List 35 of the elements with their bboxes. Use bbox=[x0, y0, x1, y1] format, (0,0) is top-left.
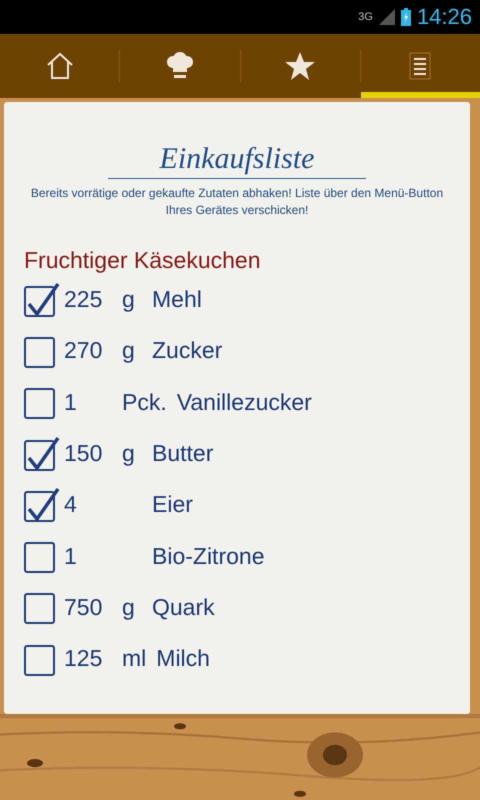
clock: 14:26 bbox=[416, 4, 472, 30]
ingredient-text: Butter bbox=[152, 440, 214, 468]
home-icon bbox=[44, 51, 75, 81]
amount-text: 750 bbox=[64, 594, 104, 621]
ingredient-text: Bio-Zitrone bbox=[152, 542, 264, 570]
ingredient-text: Eier bbox=[152, 491, 193, 518]
ingredient-text: Mehl bbox=[152, 286, 202, 314]
signal-icon bbox=[378, 9, 395, 25]
amount-text: 4 bbox=[64, 491, 78, 518]
star-icon bbox=[284, 51, 316, 81]
hint-text: Bereits vorrätige oder gekaufte Zutaten abhaken! Liste über den Menü-Button Ihres Gerätes verschicken! bbox=[30, 185, 444, 219]
ingredient-text: Quark bbox=[152, 594, 215, 621]
unit-text: g bbox=[122, 337, 136, 364]
ingredient-text: Vanillezucker bbox=[176, 388, 312, 416]
checkbox[interactable] bbox=[24, 436, 60, 472]
network-label: 3G bbox=[358, 11, 373, 23]
battery-icon bbox=[400, 8, 411, 26]
unit-text: g bbox=[122, 594, 136, 621]
ingredient-text: Zucker bbox=[152, 337, 222, 364]
checkbox[interactable] bbox=[24, 282, 60, 318]
ingredient-text: Milch bbox=[156, 645, 210, 672]
amount-text: 150 bbox=[64, 440, 104, 468]
unit-text: g bbox=[122, 440, 136, 468]
amount-text: 125 bbox=[64, 645, 104, 672]
amount-text: 1 bbox=[64, 388, 78, 416]
amount-text: 225 bbox=[64, 286, 104, 314]
recipe-title: Fruchtiger Käsekuchen bbox=[24, 247, 262, 274]
list-icon bbox=[409, 52, 432, 80]
checkbox[interactable] bbox=[24, 486, 60, 523]
amount-text: 1 bbox=[64, 542, 78, 570]
unit-text: g bbox=[122, 286, 136, 314]
page-title: Einkaufsliste bbox=[160, 142, 314, 176]
amount-text: 270 bbox=[64, 337, 104, 364]
unit-text: ml bbox=[122, 645, 146, 672]
unit-text: Pck. bbox=[122, 388, 167, 416]
